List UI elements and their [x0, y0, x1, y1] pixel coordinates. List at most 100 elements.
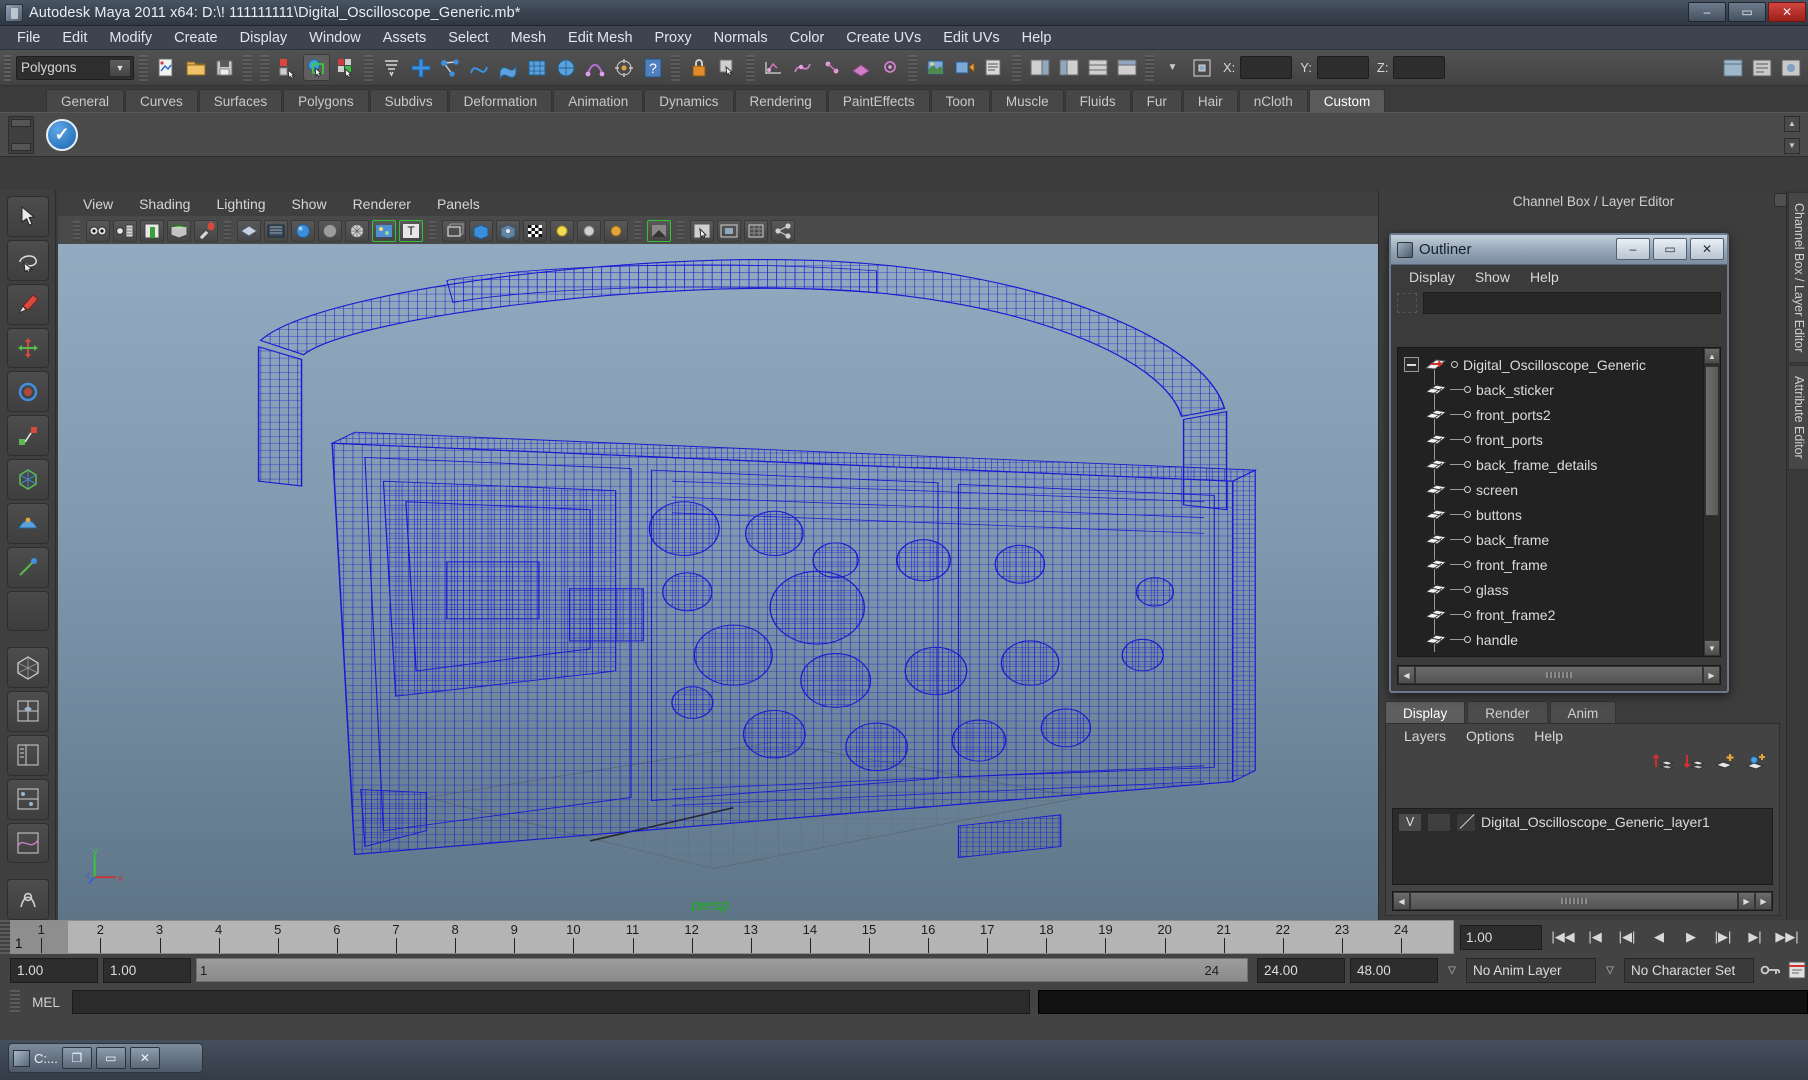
move-layer-up-icon[interactable] [1652, 752, 1674, 772]
new-scene-button[interactable] [153, 54, 180, 81]
time-slider[interactable]: 1 1 2 3 4 5 6 7 8 9 10 11 12 13 14 15 16… [10, 920, 1454, 954]
lock-selection-button[interactable] [685, 54, 712, 81]
menu-item-proxy[interactable]: Proxy [644, 28, 703, 48]
chevron-down-icon-coords[interactable]: ▼ [1159, 54, 1186, 81]
taskbar-maximize-button[interactable]: ▭ [95, 1047, 126, 1069]
range-slider[interactable]: 1 24 [196, 958, 1248, 982]
smooth-shade-all-icon[interactable] [291, 219, 315, 242]
range-end-handle[interactable]: 24 [1205, 963, 1219, 978]
outliner-row-item[interactable]: front_frame2 [1398, 602, 1702, 627]
paint-selection-tool[interactable] [6, 283, 49, 325]
time-slider-grip[interactable] [0, 920, 10, 954]
component-mask-menu-button[interactable] [378, 54, 405, 81]
help-question-button[interactable]: ? [639, 54, 666, 81]
point-component-button[interactable] [436, 54, 463, 81]
menu-item-help[interactable]: Help [1011, 28, 1063, 48]
command-line-grip[interactable] [10, 990, 20, 1014]
shelf-tab-rendering[interactable]: Rendering [734, 89, 827, 112]
light-orange-icon[interactable] [604, 219, 628, 242]
current-time-field[interactable]: 1.00 [1460, 924, 1542, 950]
outliner-close-button[interactable]: ✕ [1690, 238, 1724, 260]
outliner-minimize-button[interactable]: – [1616, 238, 1650, 260]
viewport-menu-lighting[interactable]: Lighting [203, 196, 278, 212]
viewport-menu-panels[interactable]: Panels [424, 196, 493, 212]
shelf-scroll-controls[interactable]: ▲ ▼ [1784, 116, 1802, 154]
help-line-icon[interactable] [6, 879, 49, 920]
quick-layout-four-view[interactable] [6, 691, 49, 732]
selection-filter-icon[interactable] [1397, 293, 1417, 313]
scroll-up-icon[interactable]: ▲ [1704, 348, 1720, 364]
taskbar-restore-button[interactable]: ❐ [61, 1047, 92, 1069]
step-back-key-button[interactable]: |◀| [1614, 925, 1640, 949]
command-language-label[interactable]: MEL [28, 995, 64, 1010]
checkmark-icon[interactable]: ✓ [46, 118, 78, 151]
menu-item-create[interactable]: Create [163, 28, 229, 48]
toggle-channel-box-button[interactable] [1084, 54, 1111, 81]
menu-item-modify[interactable]: Modify [98, 28, 163, 48]
outliner-row-item[interactable]: buttons [1398, 502, 1702, 527]
x-input[interactable] [1240, 56, 1293, 79]
go-to-end-button[interactable]: ▶▶| [1774, 925, 1800, 949]
go-to-start-button[interactable]: |◀◀ [1550, 925, 1576, 949]
rotate-tool[interactable] [6, 371, 49, 413]
menu-item-window[interactable]: Window [298, 28, 372, 48]
play-backwards-button[interactable]: ◀ [1646, 925, 1672, 949]
snap-grid-button[interactable] [760, 54, 787, 81]
sidebar-panel-icon-2[interactable] [1748, 54, 1775, 81]
outliner-row-item[interactable]: front_frame [1398, 552, 1702, 577]
taskbar-close-button[interactable]: ✕ [129, 1047, 160, 1069]
deformer-component-button[interactable] [581, 54, 608, 81]
menu-item-edit[interactable]: Edit [51, 28, 98, 48]
grid-toggle-icon[interactable] [744, 219, 768, 242]
tab-render[interactable]: Render [1467, 701, 1548, 724]
y-input[interactable] [1316, 56, 1369, 79]
flat-shade-icon[interactable] [318, 219, 342, 242]
chevron-down-icon[interactable]: ▼ [109, 58, 131, 77]
outliner-row-item[interactable]: handle [1398, 627, 1702, 652]
wireframe-on-shaded-icon[interactable] [345, 219, 369, 242]
outliner-horizontal-scrollbar[interactable]: ◀ ▶ [1397, 665, 1721, 685]
highlight-selection-button[interactable] [714, 54, 741, 81]
layer-scroll-right-icon[interactable]: ▶ [1738, 892, 1755, 910]
snap-to-point-button[interactable] [876, 54, 903, 81]
shelf-tab-curves[interactable]: Curves [125, 89, 198, 112]
layer-scroll-left-icon[interactable]: ◀ [1393, 892, 1410, 910]
menu-item-display[interactable]: Display [229, 28, 299, 48]
shelf-tab-fluids[interactable]: Fluids [1064, 89, 1131, 112]
anim-end-time-field[interactable]: 48.00 [1350, 957, 1438, 983]
isolate-select-icon[interactable] [717, 219, 741, 242]
quick-layout-hypershade-persp[interactable] [6, 778, 49, 820]
wireframe-shading-icon[interactable] [237, 219, 261, 242]
shelf-tab-toon[interactable]: Toon [930, 89, 990, 112]
shelf-tab-dynamics[interactable]: Dynamics [644, 89, 734, 112]
outliner-maximize-button[interactable]: ▭ [1653, 238, 1687, 260]
scroll-right-icon[interactable]: ▶ [1703, 666, 1720, 684]
handle-component-button[interactable] [407, 54, 434, 81]
shelf-options-handle[interactable] [8, 116, 34, 154]
viewport-menu-shading[interactable]: Shading [126, 196, 203, 212]
collapse-expand-icon[interactable] [1404, 357, 1419, 372]
select-camera-icon[interactable] [86, 219, 110, 242]
shelf-tab-polygons[interactable]: Polygons [283, 89, 369, 112]
command-input[interactable] [72, 990, 1030, 1014]
save-scene-button[interactable] [211, 54, 238, 81]
shelf-tab-surfaces[interactable]: Surfaces [198, 89, 283, 112]
new-layer-icon[interactable] [1714, 752, 1736, 772]
shelf-tab-general[interactable]: General [46, 89, 125, 112]
quick-layout-outliner-persp[interactable] [6, 734, 49, 776]
animation-preferences-icon[interactable] [1786, 960, 1808, 980]
menu-item-mesh[interactable]: Mesh [500, 28, 557, 48]
menu-item-file[interactable]: File [6, 28, 51, 48]
snap-curve-button[interactable] [789, 54, 816, 81]
outliner-search-input[interactable] [1423, 292, 1721, 314]
outliner-row-item[interactable]: front_ports2 [1398, 402, 1702, 427]
vertical-tab-channel-box[interactable]: Channel Box / Layer Editor [1788, 192, 1808, 364]
anim-layer-dropdown[interactable]: No Anim Layer [1466, 957, 1596, 983]
shelf-tab-fur[interactable]: Fur [1131, 89, 1182, 112]
character-set-dropdown[interactable]: No Character Set [1624, 957, 1754, 983]
outliner-row-item[interactable]: back_sticker [1398, 377, 1702, 402]
z-input[interactable] [1393, 56, 1446, 79]
viewport-toolbar-grip[interactable] [73, 220, 80, 241]
sidebar-panel-icon-1[interactable] [1719, 54, 1746, 81]
new-layer-from-selected-icon[interactable] [1745, 752, 1767, 772]
